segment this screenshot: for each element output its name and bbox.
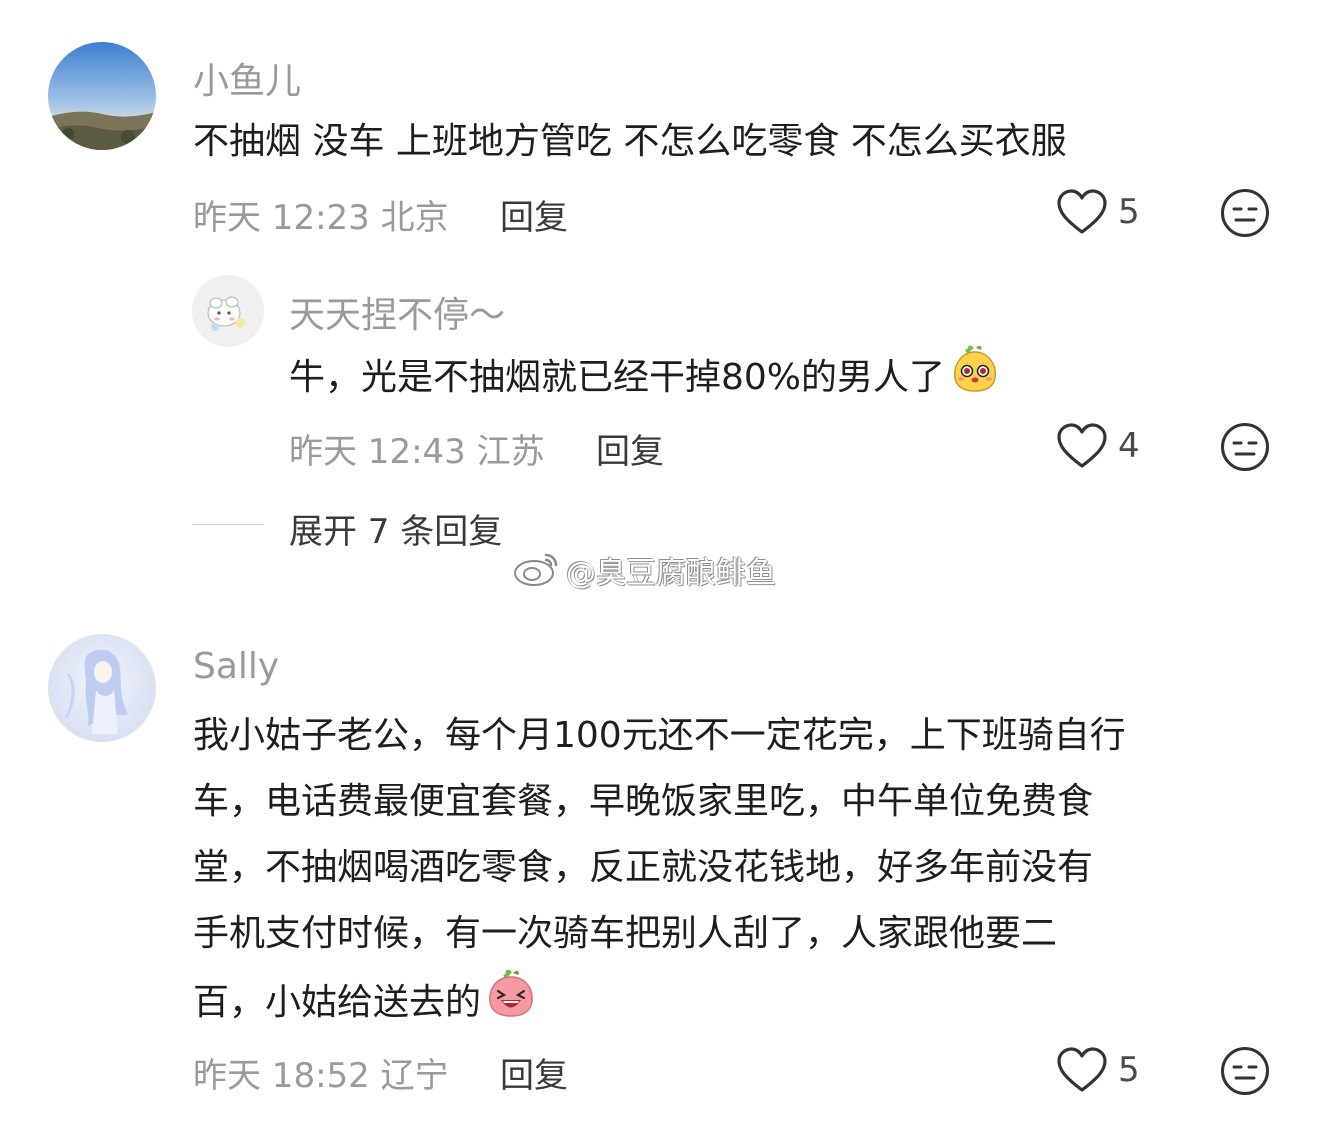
expand-replies-button[interactable]: 展开 7 条回复: [289, 504, 502, 553]
heart-outline-icon[interactable]: [1056, 1046, 1108, 1094]
reply-text-row: 牛，光是不抽烟就已经干掉80%的男人了: [289, 342, 1001, 416]
comment-username[interactable]: Sally: [193, 646, 279, 687]
comment-text-line-last: 百，小姑给送去的: [193, 967, 1126, 1041]
comment-text-block: 我小姑子老公，每个月100元还不一定花完，上下班骑自行 车，电话费最便宜套餐，早…: [193, 703, 1126, 1041]
comment-timestamp: 昨天 12:23 北京: [193, 198, 449, 238]
laughing-peach-emoji: [485, 967, 537, 1041]
cute-mango-emoji: [949, 342, 1001, 416]
watermark-text: @臭豆腐酿鲱鱼: [566, 556, 776, 591]
avatar-tiantian[interactable]: [192, 275, 264, 347]
comment-text: 不抽烟 没车 上班地方管吃 不怎么吃零食 不怎么买衣服: [193, 121, 1067, 162]
like-count: 5: [1118, 1050, 1140, 1090]
comment-text-line: 堂，不抽烟喝酒吃零食，反正就没花钱地，好多年前没有: [193, 847, 1094, 888]
neutral-face-icon[interactable]: [1220, 188, 1270, 238]
reply-button[interactable]: 回复: [596, 424, 664, 473]
comment-timestamp: 昨天 18:52 辽宁: [193, 1056, 449, 1096]
neutral-face-icon[interactable]: [1220, 1046, 1270, 1096]
heart-outline-icon[interactable]: [1056, 422, 1108, 470]
reply-timestamp: 昨天 12:43 江苏: [289, 432, 545, 472]
like-count: 5: [1118, 192, 1140, 232]
expand-divider: [192, 524, 264, 525]
reply-text: 牛，光是不抽烟就已经干掉80%的男人了: [289, 357, 946, 398]
comment-text-line: 手机支付时候，有一次骑车把别人刮了，人家跟他要二: [193, 913, 1058, 954]
avatar-sally[interactable]: [48, 634, 156, 742]
heart-outline-icon[interactable]: [1056, 188, 1108, 236]
avatar-xiaoyuer[interactable]: [48, 42, 156, 150]
reply-button[interactable]: 回复: [500, 1048, 568, 1097]
comment-username[interactable]: 小鱼儿: [193, 52, 301, 104]
comment-text-line: 车，电话费最便宜套餐，早晚饭家里吃，中午单位免费食: [193, 781, 1094, 822]
comment-text-line: 我小姑子老公，每个月100元还不一定花完，上下班骑自行: [193, 715, 1126, 756]
weibo-logo-icon: [512, 549, 562, 591]
reply-username[interactable]: 天天捏不停～: [289, 286, 505, 338]
neutral-face-icon[interactable]: [1220, 422, 1270, 472]
reply-button[interactable]: 回复: [500, 190, 568, 239]
watermark: @臭豆腐酿鲱鱼: [512, 548, 776, 592]
like-count: 4: [1118, 426, 1140, 466]
comment-text-line: 百，小姑给送去的: [193, 982, 482, 1023]
